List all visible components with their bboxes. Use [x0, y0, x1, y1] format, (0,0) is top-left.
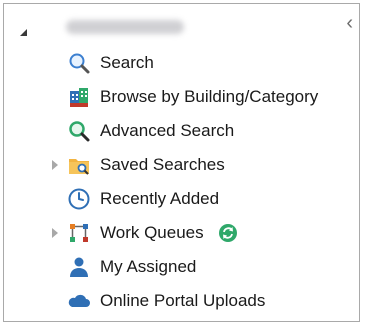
tree-item-advanced-search[interactable]: Advanced Search [52, 117, 234, 145]
tree-item-label: Work Queues [100, 223, 204, 242]
refresh-icon[interactable] [218, 223, 238, 243]
workflow-icon [67, 221, 91, 245]
tree-item-search[interactable]: Search [52, 49, 154, 77]
cloud-upload-icon [67, 289, 91, 313]
tree-item-label: Saved Searches [100, 155, 225, 174]
root-collapse-arrow[interactable] [20, 29, 27, 36]
tree-item-recently-added[interactable]: Recently Added [52, 185, 219, 213]
tree-item-label: Advanced Search [100, 121, 235, 140]
building-icon [67, 85, 91, 109]
collapse-panel-icon[interactable]: ‹ [346, 13, 353, 33]
advanced-search-icon [67, 119, 91, 143]
tree-item-label: Online Portal Uploads [100, 291, 266, 310]
tree-item-label: Browse by Building/Category [100, 87, 319, 106]
root-node-label-redacted[interactable] [66, 20, 184, 34]
clock-icon [67, 187, 91, 211]
expand-arrow-icon[interactable] [52, 160, 58, 170]
navigation-panel: ‹ Search Browse by Building/Category Adv… [3, 3, 360, 322]
tree-item-online-portal-uploads[interactable]: Online Portal Uploads [52, 287, 265, 315]
folder-search-icon [67, 153, 91, 177]
tree-item-label: Recently Added [100, 189, 220, 208]
user-icon [67, 255, 91, 279]
search-icon [67, 51, 91, 75]
tree-item-label: Search [100, 53, 154, 72]
tree-item-work-queues[interactable]: Work Queues [52, 219, 238, 247]
tree-item-browse-building-category[interactable]: Browse by Building/Category [52, 83, 318, 111]
tree-item-label: My Assigned [100, 257, 197, 276]
tree-item-saved-searches[interactable]: Saved Searches [52, 151, 225, 179]
tree-item-my-assigned[interactable]: My Assigned [52, 253, 196, 281]
expand-arrow-icon[interactable] [52, 228, 58, 238]
